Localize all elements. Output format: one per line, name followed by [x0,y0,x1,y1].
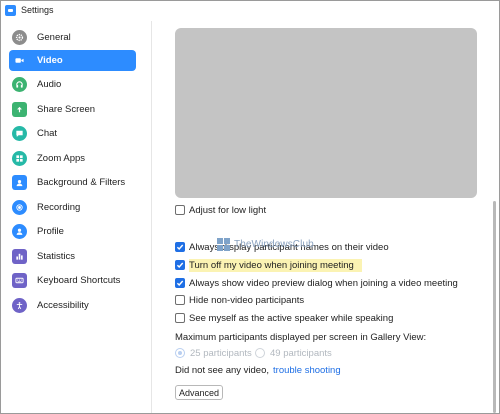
option-label: Always show video preview dialog when jo… [189,277,458,289]
gallery-view-label: Maximum participants displayed per scree… [175,332,427,343]
checkmark-icon [176,262,184,269]
keyboard-icon [12,273,27,288]
radio-49-participants[interactable]: 49 participants [255,346,332,360]
apps-icon [12,151,27,166]
turn-off-video-checkbox[interactable] [175,260,185,270]
trouble-shooting-link[interactable]: trouble shooting [273,365,341,376]
share-screen-icon [12,102,27,117]
windows-logo-icon [217,237,230,251]
low-light-checkbox-row[interactable]: Adjust for low light [175,203,266,217]
sidebar-item-label: Chat [37,128,58,139]
zoom-app-icon [5,4,16,16]
record-icon [12,200,27,215]
scrollbar-thumb[interactable] [493,201,496,413]
watermark-text: TheWindowsClub [234,238,314,250]
radio-button[interactable] [255,348,265,358]
sidebar-item-background-filters[interactable]: Background & Filters [9,172,136,193]
sidebar-item-audio[interactable]: Audio [9,74,136,95]
option-label: Turn off my video when joining meeting [189,258,362,272]
sidebar-item-profile[interactable]: Profile [9,221,136,242]
sidebar-item-label: Recording [37,202,81,213]
preview-dialog-checkbox[interactable] [175,278,185,288]
checkmark-icon [176,280,184,287]
sidebar-item-label: Profile [37,226,64,237]
turn-off-video-checkbox-row[interactable]: Turn off my video when joining meeting [175,258,362,272]
watermark: TheWindowsClub [217,237,314,251]
sidebar-item-label: General [37,32,71,43]
settings-window: Settings General Video Audio Share Scree… [0,0,500,414]
radio-label: 49 participants [270,347,332,359]
no-video-message: Did not see any video, trouble shooting [175,363,341,377]
video-preview [175,28,477,198]
sidebar-item-label: Zoom Apps [37,153,86,164]
radio-button[interactable] [175,348,185,358]
hide-non-video-checkbox-row[interactable]: Hide non-video participants [175,293,304,307]
sidebar-item-video[interactable]: Video [9,50,136,71]
sidebar-item-general[interactable]: General [9,27,136,48]
sidebar-item-label: Video [37,55,63,66]
radio-25-participants[interactable]: 25 participants [175,346,252,360]
checkmark-icon [176,244,184,251]
radio-label: 25 participants [190,347,252,359]
portrait-icon [12,175,27,190]
title-bar: Settings [1,1,499,19]
sidebar-item-label: Accessibility [37,300,89,311]
active-speaker-checkbox[interactable] [175,313,185,323]
sidebar-item-label: Audio [37,79,62,90]
low-light-checkbox[interactable] [175,205,185,215]
option-label: Adjust for low light [189,204,267,216]
no-video-text: Did not see any video, [175,364,270,376]
sidebar-item-label: Background & Filters [37,177,126,188]
video-camera-icon [12,53,27,68]
preview-dialog-checkbox-row[interactable]: Always show video preview dialog when jo… [175,276,458,290]
chat-bubble-icon [12,126,27,141]
sidebar-item-statistics[interactable]: Statistics [9,246,136,267]
sidebar-item-recording[interactable]: Recording [9,197,136,218]
sidebar-item-share-screen[interactable]: Share Screen [9,99,136,120]
sidebar-item-chat[interactable]: Chat [9,123,136,144]
advanced-button[interactable]: Advanced [175,385,223,400]
sidebar-item-keyboard-shortcuts[interactable]: Keyboard Shortcuts [9,270,136,291]
option-label: See myself as the active speaker while s… [189,312,394,324]
settings-sidebar: General Video Audio Share Screen Chat Zo… [1,21,152,413]
window-title: Settings [21,5,54,15]
sidebar-item-label: Statistics [37,251,76,262]
active-speaker-checkbox-row[interactable]: See myself as the active speaker while s… [175,311,393,325]
accessibility-icon [12,298,27,313]
sidebar-item-label: Share Screen [37,104,96,115]
display-names-checkbox[interactable] [175,242,185,252]
hide-non-video-checkbox[interactable] [175,295,185,305]
option-label: Hide non-video participants [189,294,305,306]
video-settings-panel: Adjust for low light Always display part… [153,21,499,413]
headphones-icon [12,77,27,92]
sidebar-item-label: Keyboard Shortcuts [37,275,121,286]
user-icon [12,224,27,239]
gear-icon [12,30,27,45]
sidebar-item-accessibility[interactable]: Accessibility [9,295,136,316]
vertical-scrollbar[interactable] [493,201,498,413]
sidebar-item-zoom-apps[interactable]: Zoom Apps [9,148,136,169]
bar-chart-icon [12,249,27,264]
